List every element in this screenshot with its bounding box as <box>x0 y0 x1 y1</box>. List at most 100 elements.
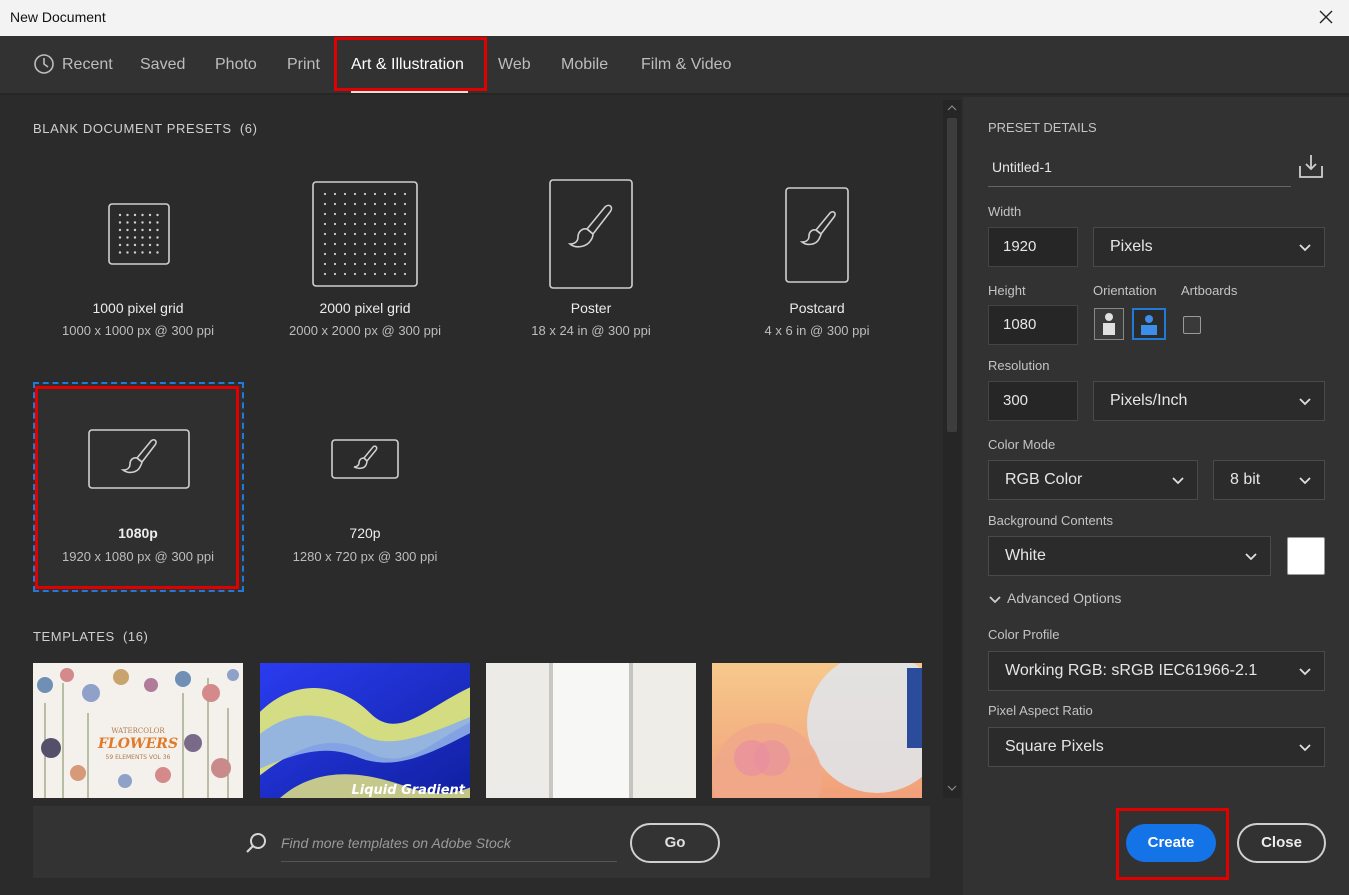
highlight-box-preset <box>35 386 239 589</box>
chevron-down-icon <box>989 596 1001 604</box>
details-section-title: PRESET DETAILS <box>988 120 1097 135</box>
chevron-down-icon <box>1299 668 1311 676</box>
orientation-portrait-button[interactable] <box>1094 308 1124 340</box>
preset-desc: 2000 x 2000 px @ 300 ppi <box>289 323 441 338</box>
preset-desc: 18 x 24 in @ 300 ppi <box>531 323 651 338</box>
brush-landscape-icon <box>331 439 399 479</box>
window-title: New Document <box>10 9 106 25</box>
active-tab-indicator <box>351 91 468 93</box>
color-mode-dropdown[interactable]: RGB Color <box>988 460 1198 500</box>
go-button[interactable]: Go <box>630 823 720 863</box>
template-thumbnail-pastel[interactable] <box>712 663 922 798</box>
artboards-label: Artboards <box>1181 283 1238 298</box>
presets-section-title: BLANK DOCUMENT PRESETS (6) <box>33 121 258 136</box>
clock-icon <box>34 54 54 74</box>
pixel-aspect-ratio-dropdown[interactable]: Square Pixels <box>988 727 1325 767</box>
create-button[interactable]: Create <box>1126 824 1216 862</box>
grid-icon <box>108 203 170 265</box>
template-text: FLOWERS <box>97 736 178 752</box>
preset-desc: 1000 x 1000 px @ 300 ppi <box>62 323 214 338</box>
preset-name: Poster <box>570 300 612 316</box>
landscape-icon <box>1141 315 1157 335</box>
bit-depth-dropdown[interactable]: 8 bit <box>1213 460 1325 500</box>
portrait-icon <box>1103 313 1115 335</box>
background-contents-label: Background Contents <box>988 513 1114 528</box>
tab-film-video[interactable]: Film & Video <box>641 36 731 95</box>
preset-card-2000-grid[interactable]: 2000 pixel grid 2000 x 2000 px @ 300 ppi <box>260 170 470 360</box>
color-profile-label: Color Profile <box>988 627 1060 642</box>
background-contents-dropdown[interactable]: White <box>988 536 1271 576</box>
chevron-down-icon <box>1299 744 1311 752</box>
preset-name: 1000 pixel grid <box>92 300 184 316</box>
resolution-unit-dropdown[interactable]: Pixels/Inch <box>1093 381 1325 421</box>
templates-section-title: TEMPLATES (16) <box>33 629 148 644</box>
templates-title-text: TEMPLATES <box>33 629 115 644</box>
template-text: 59 ELEMENTS VOL 36 <box>106 754 171 761</box>
templates-count: (16) <box>122 629 149 644</box>
orientation-landscape-button[interactable] <box>1132 308 1166 340</box>
color-profile-dropdown[interactable]: Working RGB: sRGB IEC61966-2.1 <box>988 651 1325 691</box>
document-name-input[interactable]: Untitled-1 <box>988 152 1291 187</box>
chevron-down-icon <box>1245 553 1257 561</box>
chevron-down-icon <box>1299 244 1311 252</box>
preset-card-720p[interactable]: 720p 1280 x 720 px @ 300 ppi <box>260 384 470 589</box>
presets-title-text: BLANK DOCUMENT PRESETS <box>33 121 232 136</box>
height-input[interactable]: 1080 <box>988 305 1078 345</box>
bit-depth-value: 8 bit <box>1230 471 1261 488</box>
template-thumbnail-paper[interactable] <box>486 663 696 798</box>
tab-mobile[interactable]: Mobile <box>561 36 608 95</box>
preset-name: 720p <box>349 525 381 541</box>
background-color-swatch[interactable] <box>1287 537 1325 575</box>
pastel-gradient-artwork <box>712 663 922 798</box>
preset-name: 2000 pixel grid <box>319 300 411 316</box>
presets-scrollbar[interactable] <box>943 100 961 798</box>
chevron-down-icon <box>1299 477 1311 485</box>
width-unit-dropdown[interactable]: Pixels <box>1093 227 1325 267</box>
liquid-gradient-artwork: Liquid Gradient <box>260 663 470 798</box>
resolution-label: Resolution <box>988 358 1050 373</box>
tab-print[interactable]: Print <box>287 36 320 95</box>
template-thumbnail-flowers[interactable]: WATERCOLOR FLOWERS 59 ELEMENTS VOL 36 <box>33 663 243 798</box>
category-tabs: Recent Saved Photo Print Art & Illustrat… <box>0 36 1349 95</box>
preset-desc: 1280 x 720 px @ 300 ppi <box>292 549 438 564</box>
artboards-checkbox[interactable] <box>1183 316 1201 334</box>
height-label: Height <box>988 283 1026 298</box>
stock-search-input[interactable]: Find more templates on Adobe Stock <box>281 832 617 862</box>
tab-photo[interactable]: Photo <box>215 36 257 95</box>
advanced-options-label: Advanced Options <box>1007 590 1122 606</box>
color-mode-label: Color Mode <box>988 437 1056 452</box>
pixel-aspect-ratio-label: Pixel Aspect Ratio <box>988 703 1093 718</box>
preset-card-poster[interactable]: Poster 18 x 24 in @ 300 ppi <box>486 170 696 360</box>
paper-texture-artwork <box>486 663 696 798</box>
presets-count: (6) <box>239 121 258 136</box>
tab-recent[interactable]: Recent <box>62 36 113 95</box>
close-icon[interactable] <box>1315 6 1337 28</box>
resolution-input[interactable]: 300 <box>988 381 1078 421</box>
brush-portrait-icon <box>549 179 633 289</box>
tab-saved[interactable]: Saved <box>140 36 185 95</box>
save-preset-icon[interactable] <box>1297 152 1325 180</box>
flowers-artwork: WATERCOLOR FLOWERS 59 ELEMENTS VOL 36 <box>37 668 239 798</box>
width-label: Width <box>988 204 1022 219</box>
preset-name: Postcard <box>789 300 845 316</box>
tab-web[interactable]: Web <box>498 36 531 95</box>
chevron-down-icon <box>1172 477 1184 485</box>
color-mode-value: RGB Color <box>1005 471 1083 488</box>
chevron-down-icon <box>1299 398 1311 406</box>
scroll-up-icon[interactable] <box>947 104 957 112</box>
preset-desc: 4 x 6 in @ 300 ppi <box>764 323 870 338</box>
template-thumbnail-liquid-gradient[interactable]: Liquid Gradient <box>260 663 470 798</box>
brush-portrait-icon <box>785 187 849 283</box>
width-unit-value: Pixels <box>1110 238 1153 255</box>
scroll-down-icon[interactable] <box>947 784 957 792</box>
resolution-unit-value: Pixels/Inch <box>1110 392 1188 409</box>
preset-card-postcard[interactable]: Postcard 4 x 6 in @ 300 ppi <box>712 170 922 360</box>
template-text: WATERCOLOR <box>111 727 165 735</box>
close-button[interactable]: Close <box>1237 823 1326 863</box>
scrollbar-thumb[interactable] <box>947 118 957 432</box>
orientation-label: Orientation <box>1093 283 1157 298</box>
pixel-aspect-ratio-value: Square Pixels <box>1005 738 1104 755</box>
template-text: Liquid Gradient <box>352 783 466 798</box>
preset-card-1000-grid[interactable]: 1000 pixel grid 1000 x 1000 px @ 300 ppi <box>33 170 243 360</box>
width-input[interactable]: 1920 <box>988 227 1078 267</box>
